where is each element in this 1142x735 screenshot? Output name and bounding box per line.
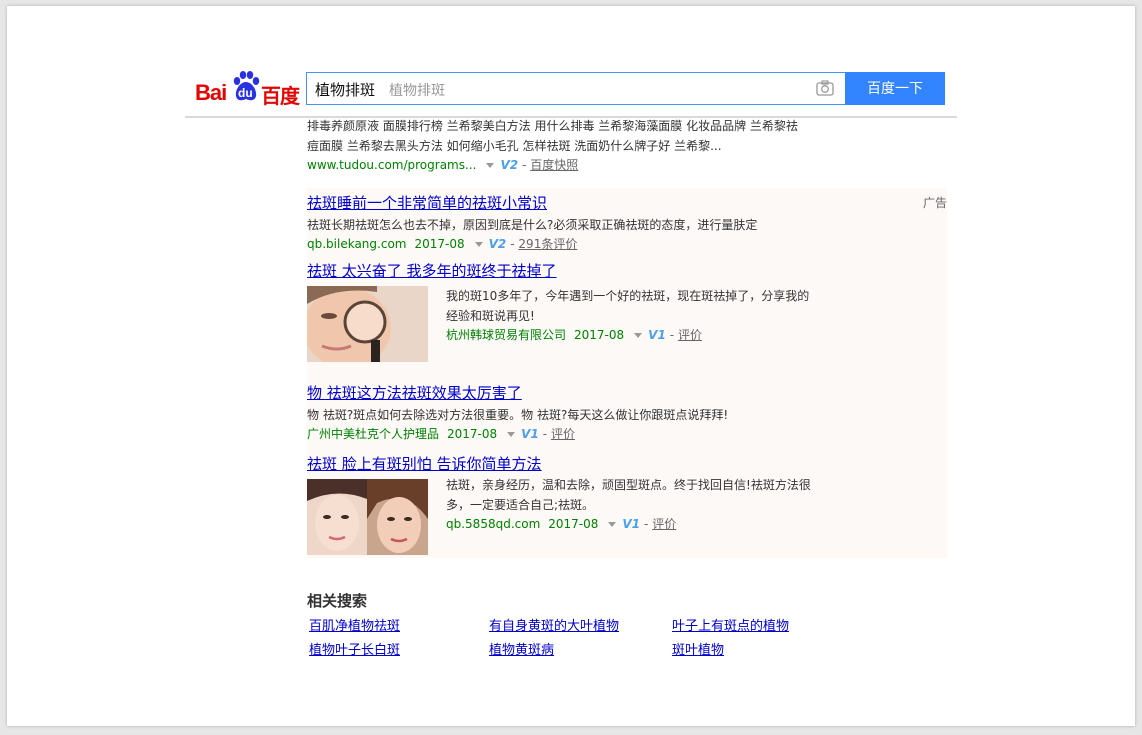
dropdown-arrow-icon[interactable] xyxy=(507,431,516,437)
ad-snippet: 物 祛斑?斑点如何去除选对方法很重要。物 祛斑?每天这么做让你跟斑点说拜拜! xyxy=(307,408,729,422)
ad-snippet: 祛斑长期祛斑怎么也去不掉，原因到底是什么?必须采取正确祛斑的态度，进行量肤定 xyxy=(307,218,758,232)
browser-viewport: Bai du 百度 植物排斑 百度一下 排毒养颜原液 面膜排行榜 兰希黎 xyxy=(7,6,1135,726)
dropdown-arrow-icon[interactable] xyxy=(486,162,495,168)
ad-thumbnail-face-magnifier[interactable] xyxy=(307,286,428,362)
related-searches: 相关搜索 百肌净植物祛斑 有自身黄斑的大叶植物 叶子上有斑点的植物 植物叶子长白… xyxy=(307,590,947,661)
ad-meta: 杭州韩球贸易有限公司 2017-08 V1- 评价 xyxy=(446,326,702,344)
ad-date: 2017-08 xyxy=(414,237,465,251)
logo-text-bai: Bai xyxy=(195,80,227,105)
search-input[interactable] xyxy=(313,77,797,101)
ad-snippet-line: 祛斑，亲身经历，温和去除，顽固型斑点。终于找回自信!祛斑方法很 xyxy=(446,478,811,492)
result-url[interactable]: www.tudou.com/programs... xyxy=(307,158,476,172)
v-badge-icon[interactable]: V2 xyxy=(500,156,518,174)
ad-snippet-line: 我的斑10多年了，今年遇到一个好的祛斑，现在斑祛掉了，分享我的 xyxy=(446,289,810,303)
ad-date: 2017-08 xyxy=(548,517,599,531)
logo-text-du: du xyxy=(238,86,253,100)
related-search-link[interactable]: 百肌净植物祛斑 xyxy=(309,617,489,637)
ad-title-link[interactable]: 物 祛斑这方法祛斑效果太厉害了 xyxy=(307,382,847,404)
dropdown-arrow-icon[interactable] xyxy=(608,521,617,527)
cache-link[interactable]: 百度快照 xyxy=(530,158,578,172)
result-meta: www.tudou.com/programs... V2- 百度快照 xyxy=(307,156,579,174)
ad-item: 物 祛斑这方法祛斑效果太厉害了 物 祛斑?斑点如何去除选对方法很重要。物 祛斑?… xyxy=(307,382,847,443)
reviews-link[interactable]: 评价 xyxy=(678,328,702,342)
baidu-logo[interactable]: Bai du 百度 xyxy=(195,70,300,108)
reviews-link[interactable]: 评价 xyxy=(551,427,575,441)
result-snippet-line: 痘面膜 兰希黎去黑头方法 如何缩小毛孔 怎样祛斑 洗面奶什么牌子好 兰希黎... xyxy=(307,139,722,153)
organic-result: 排毒养颜原液 面膜排行榜 兰希黎美白方法 用什么排毒 兰希黎海藻面膜 化妆品品牌… xyxy=(307,116,947,174)
camera-icon[interactable] xyxy=(816,80,834,96)
ad-date: 2017-08 xyxy=(574,328,625,342)
search-header: Bai du 百度 植物排斑 百度一下 xyxy=(185,66,957,118)
logo-text-cn: 百度 xyxy=(261,86,300,108)
dropdown-arrow-icon[interactable] xyxy=(634,332,643,338)
related-searches-grid: 百肌净植物祛斑 有自身黄斑的大叶植物 叶子上有斑点的植物 植物叶子长白斑 植物黄… xyxy=(307,617,947,661)
v-badge-icon[interactable]: V2 xyxy=(489,235,507,253)
related-search-link[interactable]: 斑叶植物 xyxy=(672,641,852,661)
reviews-link[interactable]: 评价 xyxy=(652,517,676,531)
ad-block: 广告 祛斑睡前一个非常简单的祛斑小常识 祛斑长期祛斑怎么也去不掉，原因到底是什么… xyxy=(307,188,947,558)
ad-thumbnail-faces[interactable] xyxy=(307,479,428,555)
v-badge-icon[interactable]: V1 xyxy=(521,425,539,443)
ad-source[interactable]: 杭州韩球贸易有限公司 xyxy=(446,328,566,342)
result-snippet-line: 排毒养颜原液 面膜排行榜 兰希黎美白方法 用什么排毒 兰希黎海藻面膜 化妆品品牌… xyxy=(307,119,798,133)
related-search-link[interactable]: 植物叶子长白斑 xyxy=(309,641,489,661)
related-search-link[interactable]: 植物黄斑病 xyxy=(489,641,672,661)
ad-source[interactable]: qb.5858qd.com xyxy=(446,517,540,531)
reviews-link[interactable]: 291条评价 xyxy=(518,237,577,251)
search-box: 植物排斑 xyxy=(306,72,845,105)
dropdown-arrow-icon[interactable] xyxy=(474,241,483,247)
search-button[interactable]: 百度一下 xyxy=(845,72,945,105)
ad-title-link[interactable]: 祛斑睡前一个非常简单的祛斑小常识 xyxy=(307,192,847,214)
ad-title-link[interactable]: 祛斑 脸上有斑别怕 告诉你简单方法 xyxy=(307,453,947,475)
ad-label: 广告 xyxy=(922,196,947,210)
ad-meta: 广州中美杜克个人护理品 2017-08 V1- 评价 xyxy=(307,425,575,443)
ad-item: 祛斑睡前一个非常简单的祛斑小常识 祛斑长期祛斑怎么也去不掉，原因到底是什么?必须… xyxy=(307,192,847,253)
ad-snippet-line: 多，一定要适合自己;祛斑。 xyxy=(446,498,595,512)
ad-source[interactable]: qb.bilekang.com xyxy=(307,237,406,251)
v-badge-icon[interactable]: V1 xyxy=(622,515,640,533)
related-search-link[interactable]: 叶子上有斑点的植物 xyxy=(672,617,852,637)
ad-date: 2017-08 xyxy=(447,427,498,441)
ad-item: 祛斑 太兴奋了 我多年的斑终于祛掉了 我的斑10多年了，今年遇到一个好的祛斑，现… xyxy=(307,260,947,362)
ad-snippet-line: 经验和斑说再见! xyxy=(446,309,535,323)
ad-item: 祛斑 脸上有斑别怕 告诉你简单方法 祛斑，亲身经历，温和去除，顽固型斑点。终于找… xyxy=(307,453,947,555)
ad-source[interactable]: 广州中美杜克个人护理品 xyxy=(307,427,439,441)
results-area: 排毒养颜原液 面膜排行榜 兰希黎美白方法 用什么排毒 兰希黎海藻面膜 化妆品品牌… xyxy=(307,116,947,658)
related-search-link[interactable]: 有自身黄斑的大叶植物 xyxy=(489,617,672,637)
related-searches-title: 相关搜索 xyxy=(307,592,368,610)
ad-meta: qb.5858qd.com 2017-08 V1- 评价 xyxy=(446,515,677,533)
ad-meta: qb.bilekang.com 2017-08 V2- 291条评价 xyxy=(307,235,578,253)
ad-title-link[interactable]: 祛斑 太兴奋了 我多年的斑终于祛掉了 xyxy=(307,260,947,282)
v-badge-icon[interactable]: V1 xyxy=(648,326,666,344)
